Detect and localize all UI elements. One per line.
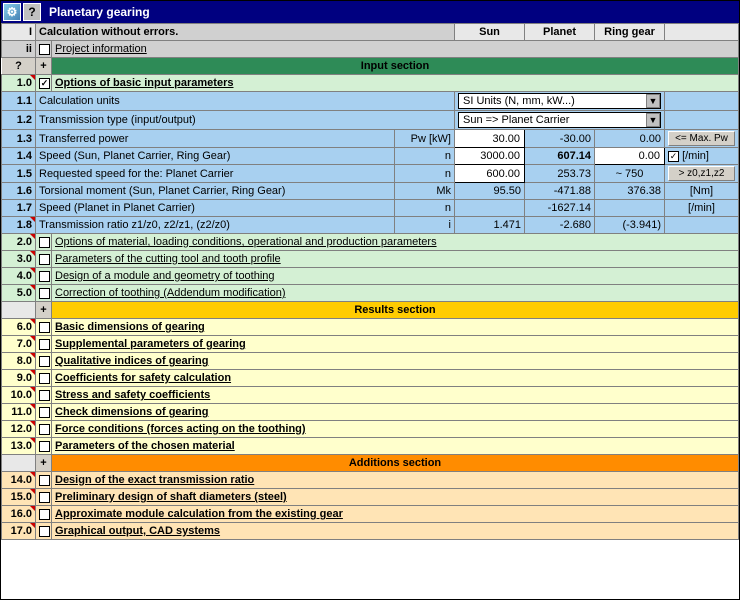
req-speed-input[interactable]: 600.00 [455, 165, 525, 183]
r1-0-label[interactable]: Options of basic input parameters [55, 77, 233, 89]
project-info-link[interactable]: Project information [55, 43, 147, 55]
expand-additions-button[interactable]: + [36, 455, 52, 472]
r3-0-label[interactable]: Parameters of the cutting tool and tooth… [55, 253, 281, 265]
r6-0-label[interactable]: Basic dimensions of gearing [55, 321, 205, 333]
r10-0-label[interactable]: Stress and safety coefficients [55, 389, 210, 401]
titlebar: ⚙ ? Planetary gearing [1, 1, 739, 23]
r1-0-chk[interactable]: ✓ [39, 78, 50, 89]
input-section-header: Input section [52, 58, 739, 75]
max-pw-button[interactable]: <= Max. Pw [668, 131, 735, 146]
main-grid: I Calculation without errors. Sun Planet… [1, 23, 739, 540]
r4-0-label[interactable]: Design of a module and geometry of tooth… [55, 270, 275, 282]
caret-down-icon: ▼ [646, 94, 660, 108]
status-text: Calculation without errors. [36, 24, 455, 41]
app-icon: ⚙ [3, 3, 21, 21]
r12-0-label[interactable]: Force conditions (forces acting on the t… [55, 423, 306, 435]
r1-5-label: Requested speed for the: Planet Carrier [36, 165, 395, 183]
speed-ring-input[interactable]: 0.00 [595, 148, 665, 165]
help-icon[interactable]: ? [23, 3, 41, 21]
row-i: I [2, 24, 36, 41]
r8-0-label[interactable]: Qualitative indices of gearing [55, 355, 208, 367]
r9-0-label[interactable]: Coefficients for safety calculation [55, 372, 231, 384]
app-title: Planetary gearing [49, 5, 150, 19]
r7-0-chk[interactable] [39, 339, 50, 350]
r1-1-label: Calculation units [36, 92, 455, 111]
caret-down-icon: ▼ [646, 113, 660, 127]
power-sun-input[interactable]: 30.00 [455, 130, 525, 148]
r1-4-chk[interactable]: ✓ [668, 151, 679, 162]
r5-0-label[interactable]: Correction of toothing (Addendum modific… [55, 287, 286, 299]
z-values-button[interactable]: > z0,z1,z2 [668, 166, 735, 181]
r1-3-label: Transferred power [36, 130, 395, 148]
r14-0-chk[interactable] [39, 475, 50, 486]
project-info-checkbox[interactable] [39, 44, 50, 55]
r3-0-chk[interactable] [39, 254, 50, 265]
r15-0-chk[interactable] [39, 492, 50, 503]
transmission-combo[interactable]: Sun => Planet Carrier▼ [458, 112, 661, 128]
r1-2-label: Transmission type (input/output) [36, 111, 455, 130]
col-sun: Sun [455, 24, 525, 41]
r15-0-label[interactable]: Preliminary design of shaft diameters (s… [55, 491, 287, 503]
r17-0-chk[interactable] [39, 526, 50, 537]
r13-0-chk[interactable] [39, 441, 50, 452]
r17-0-label[interactable]: Graphical output, CAD systems [55, 525, 220, 537]
help-button[interactable]: ? [2, 58, 36, 75]
r4-0-chk[interactable] [39, 271, 50, 282]
r8-0-chk[interactable] [39, 356, 50, 367]
r10-0-chk[interactable] [39, 390, 50, 401]
r9-0-chk[interactable] [39, 373, 50, 384]
r6-0-chk[interactable] [39, 322, 50, 333]
row-ii: ii [2, 41, 36, 58]
r5-0-chk[interactable] [39, 288, 50, 299]
r1-8-label: Transmission ratio z1/z0, z2/z1, (z2/z0) [36, 217, 395, 234]
r11-0-chk[interactable] [39, 407, 50, 418]
r11-0-label[interactable]: Check dimensions of gearing [55, 406, 208, 418]
r1-4-label: Speed (Sun, Planet Carrier, Ring Gear) [36, 148, 395, 165]
r13-0-label[interactable]: Parameters of the chosen material [55, 440, 235, 452]
additions-section-header: Additions section [52, 455, 739, 472]
r1-7-label: Speed (Planet in Planet Carrier) [36, 200, 395, 217]
speed-sun-input[interactable]: 3000.00 [455, 148, 525, 165]
r14-0-label[interactable]: Design of the exact transmission ratio [55, 474, 254, 486]
expand-results-button[interactable]: + [36, 302, 52, 319]
r12-0-chk[interactable] [39, 424, 50, 435]
r2-0-chk[interactable] [39, 237, 50, 248]
r16-0-chk[interactable] [39, 509, 50, 520]
results-section-header: Results section [52, 302, 739, 319]
r2-0-label[interactable]: Options of material, loading conditions,… [55, 236, 437, 248]
expand-input-button[interactable]: + [36, 58, 52, 75]
r7-0-label[interactable]: Supplemental parameters of gearing [55, 338, 246, 350]
units-combo[interactable]: SI Units (N, mm, kW...)▼ [458, 93, 661, 109]
col-planet: Planet [525, 24, 595, 41]
r16-0-label[interactable]: Approximate module calculation from the … [55, 508, 343, 520]
col-ring: Ring gear [595, 24, 665, 41]
r1-6-label: Torsional moment (Sun, Planet Carrier, R… [36, 183, 395, 200]
